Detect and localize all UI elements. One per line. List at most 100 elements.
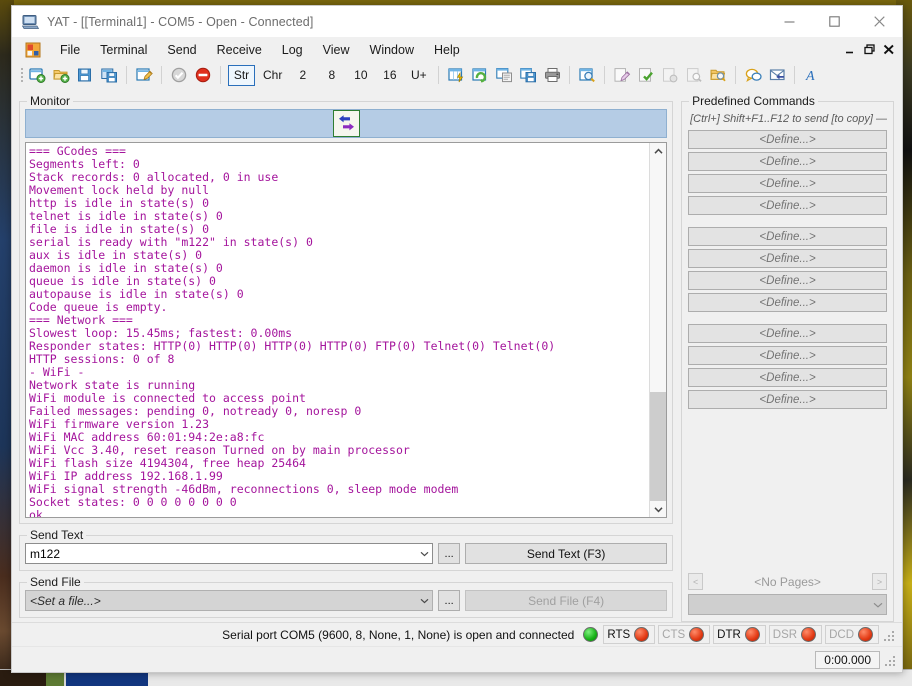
terminal-output-area: === GCodes === Segments left: 0 Stack reco… xyxy=(25,142,668,518)
predefined-next-page-button[interactable]: > xyxy=(872,573,887,590)
predefined-button-9[interactable]: <Define...> xyxy=(688,324,887,343)
open-close-terminal-icon[interactable] xyxy=(168,64,190,86)
bidirectional-arrows-icon[interactable] xyxy=(332,110,360,137)
chevron-down-icon[interactable] xyxy=(870,602,886,608)
menu-item-receive[interactable]: Receive xyxy=(208,39,271,61)
chat-icon[interactable] xyxy=(742,64,764,86)
log-open-folder-icon[interactable] xyxy=(707,64,729,86)
menu-item-terminal[interactable]: Terminal xyxy=(91,39,156,61)
log-on-icon[interactable] xyxy=(635,64,657,86)
status-signal-dtr[interactable]: DTR xyxy=(713,625,766,644)
predefined-page-select[interactable] xyxy=(688,594,887,615)
predefined-group-title: Predefined Commands xyxy=(689,94,818,108)
scrollbar-track[interactable] xyxy=(650,159,667,501)
radix-unicode-button[interactable]: U+ xyxy=(406,66,431,85)
toolbar-separator xyxy=(604,66,606,84)
terminal-scrollbar[interactable] xyxy=(649,143,667,517)
status-signal-rts[interactable]: RTS xyxy=(603,625,656,644)
right-column: Predefined Commands [Ctrl+] Shift+F1..F1… xyxy=(673,88,902,622)
open-terminal-icon[interactable] xyxy=(50,64,72,86)
predefined-button-2[interactable]: <Define...> xyxy=(688,152,887,171)
signal-label-rts: RTS xyxy=(607,628,631,641)
terminal-lines[interactable]: === GCodes === Segments left: 0 Stack reco… xyxy=(26,143,649,518)
radix-dec-button[interactable]: 10 xyxy=(348,66,373,85)
window-close-button[interactable] xyxy=(857,6,902,37)
save-terminal-icon[interactable] xyxy=(74,64,96,86)
radix-chr-button[interactable]: Chr xyxy=(259,66,286,85)
send-text-group: Send Text m122 ... Send Text (F3) xyxy=(19,528,674,571)
status-signal-dcd[interactable]: DCD xyxy=(825,625,879,644)
status-signal-cts[interactable]: CTS xyxy=(658,625,711,644)
window-body: Monitor === GCodes === Segments left: 0 St… xyxy=(12,88,902,622)
menu-item-help[interactable]: Help xyxy=(425,39,469,61)
chevron-down-icon[interactable] xyxy=(416,598,432,604)
find-icon[interactable] xyxy=(576,64,598,86)
radix-oct-button[interactable]: 8 xyxy=(319,66,344,85)
chevron-up-icon[interactable] xyxy=(650,143,666,159)
format-font-icon[interactable]: A xyxy=(801,64,823,86)
predefined-button-3[interactable]: <Define...> xyxy=(688,174,887,193)
chevron-down-icon[interactable] xyxy=(416,551,432,557)
log-edit-icon[interactable] xyxy=(611,64,633,86)
new-terminal-icon[interactable] xyxy=(26,64,48,86)
send-text-browse-button[interactable]: ... xyxy=(438,543,461,564)
scrollbar-thumb[interactable] xyxy=(650,391,667,501)
window-maximize-button[interactable] xyxy=(812,6,857,37)
dtr-led xyxy=(744,627,760,642)
predefined-button-4[interactable]: <Define...> xyxy=(688,196,887,215)
mdi-minimize-button[interactable] xyxy=(843,40,858,60)
signal-label-dcd: DCD xyxy=(829,628,854,641)
resize-grip-icon[interactable] xyxy=(885,654,897,666)
menu-item-window[interactable]: Window xyxy=(361,39,423,61)
save-workspace-icon[interactable] xyxy=(98,64,120,86)
signal-label-cts: CTS xyxy=(662,628,686,641)
refresh-monitor-icon[interactable] xyxy=(469,64,491,86)
print-monitor-icon[interactable] xyxy=(541,64,563,86)
stop-terminal-icon[interactable] xyxy=(192,64,214,86)
log-view-icon[interactable] xyxy=(683,64,705,86)
predefined-button-11[interactable]: <Define...> xyxy=(688,368,887,387)
predefined-button-5[interactable]: <Define...> xyxy=(688,227,887,246)
status-bar: Serial port COM5 (9600, 8, None, 1, None… xyxy=(12,622,902,646)
radix-bin-button[interactable]: 2 xyxy=(290,66,315,85)
save-monitor-icon[interactable] xyxy=(517,64,539,86)
status-signal-dsr[interactable]: DSR xyxy=(768,625,823,644)
predefined-button-12[interactable]: <Define...> xyxy=(688,390,887,409)
predefined-group-1: <Define...> <Define...> <Define...> <Def… xyxy=(688,130,887,218)
send-text-input[interactable]: m122 xyxy=(25,543,434,564)
send-text-button[interactable]: Send Text (F3) xyxy=(465,543,668,564)
menu-item-send[interactable]: Send xyxy=(158,39,205,61)
predefined-button-7[interactable]: <Define...> xyxy=(688,271,887,290)
svg-text:A: A xyxy=(805,69,815,83)
send-text-value: m122 xyxy=(30,546,61,561)
send-file-input[interactable]: <Set a file...> xyxy=(25,590,434,611)
autoresponse-icon[interactable] xyxy=(766,64,788,86)
toolbar-separator xyxy=(794,66,796,84)
chevron-down-icon[interactable] xyxy=(650,501,666,517)
predefined-button-1[interactable]: <Define...> xyxy=(688,130,887,149)
menu-item-view[interactable]: View xyxy=(314,39,359,61)
predefined-pager: < <No Pages> > xyxy=(688,573,887,590)
radix-hex-button[interactable]: 16 xyxy=(377,66,402,85)
send-file-row: <Set a file...> ... Send File (F4) xyxy=(25,590,668,611)
window-minimize-button[interactable] xyxy=(767,6,812,37)
clear-monitor-icon[interactable] xyxy=(445,64,467,86)
window-title: YAT - [[Terminal1] - COM5 - Open - Conne… xyxy=(47,14,314,29)
mdi-restore-button[interactable] xyxy=(862,40,877,60)
menu-item-log[interactable]: Log xyxy=(273,39,312,61)
predefined-button-8[interactable]: <Define...> xyxy=(688,293,887,312)
predefined-group-3: <Define...> <Define...> <Define...> <Def… xyxy=(688,324,887,412)
toolbar-grip[interactable] xyxy=(18,66,25,84)
predefined-prev-page-button[interactable]: < xyxy=(688,573,704,590)
radix-str-button[interactable]: Str xyxy=(228,64,255,86)
send-file-browse-button[interactable]: ... xyxy=(438,590,461,611)
log-clear-icon[interactable] xyxy=(659,64,681,86)
send-text-row: m122 ... Send Text (F3) xyxy=(25,543,668,564)
predefined-button-6[interactable]: <Define...> xyxy=(688,249,887,268)
copy-monitor-icon[interactable] xyxy=(493,64,515,86)
menu-item-file[interactable]: File xyxy=(51,39,89,61)
edit-terminal-settings-icon[interactable] xyxy=(133,64,155,86)
mdi-close-button[interactable] xyxy=(881,40,896,60)
send-file-button[interactable]: Send File (F4) xyxy=(465,590,668,611)
predefined-button-10[interactable]: <Define...> xyxy=(688,346,887,365)
